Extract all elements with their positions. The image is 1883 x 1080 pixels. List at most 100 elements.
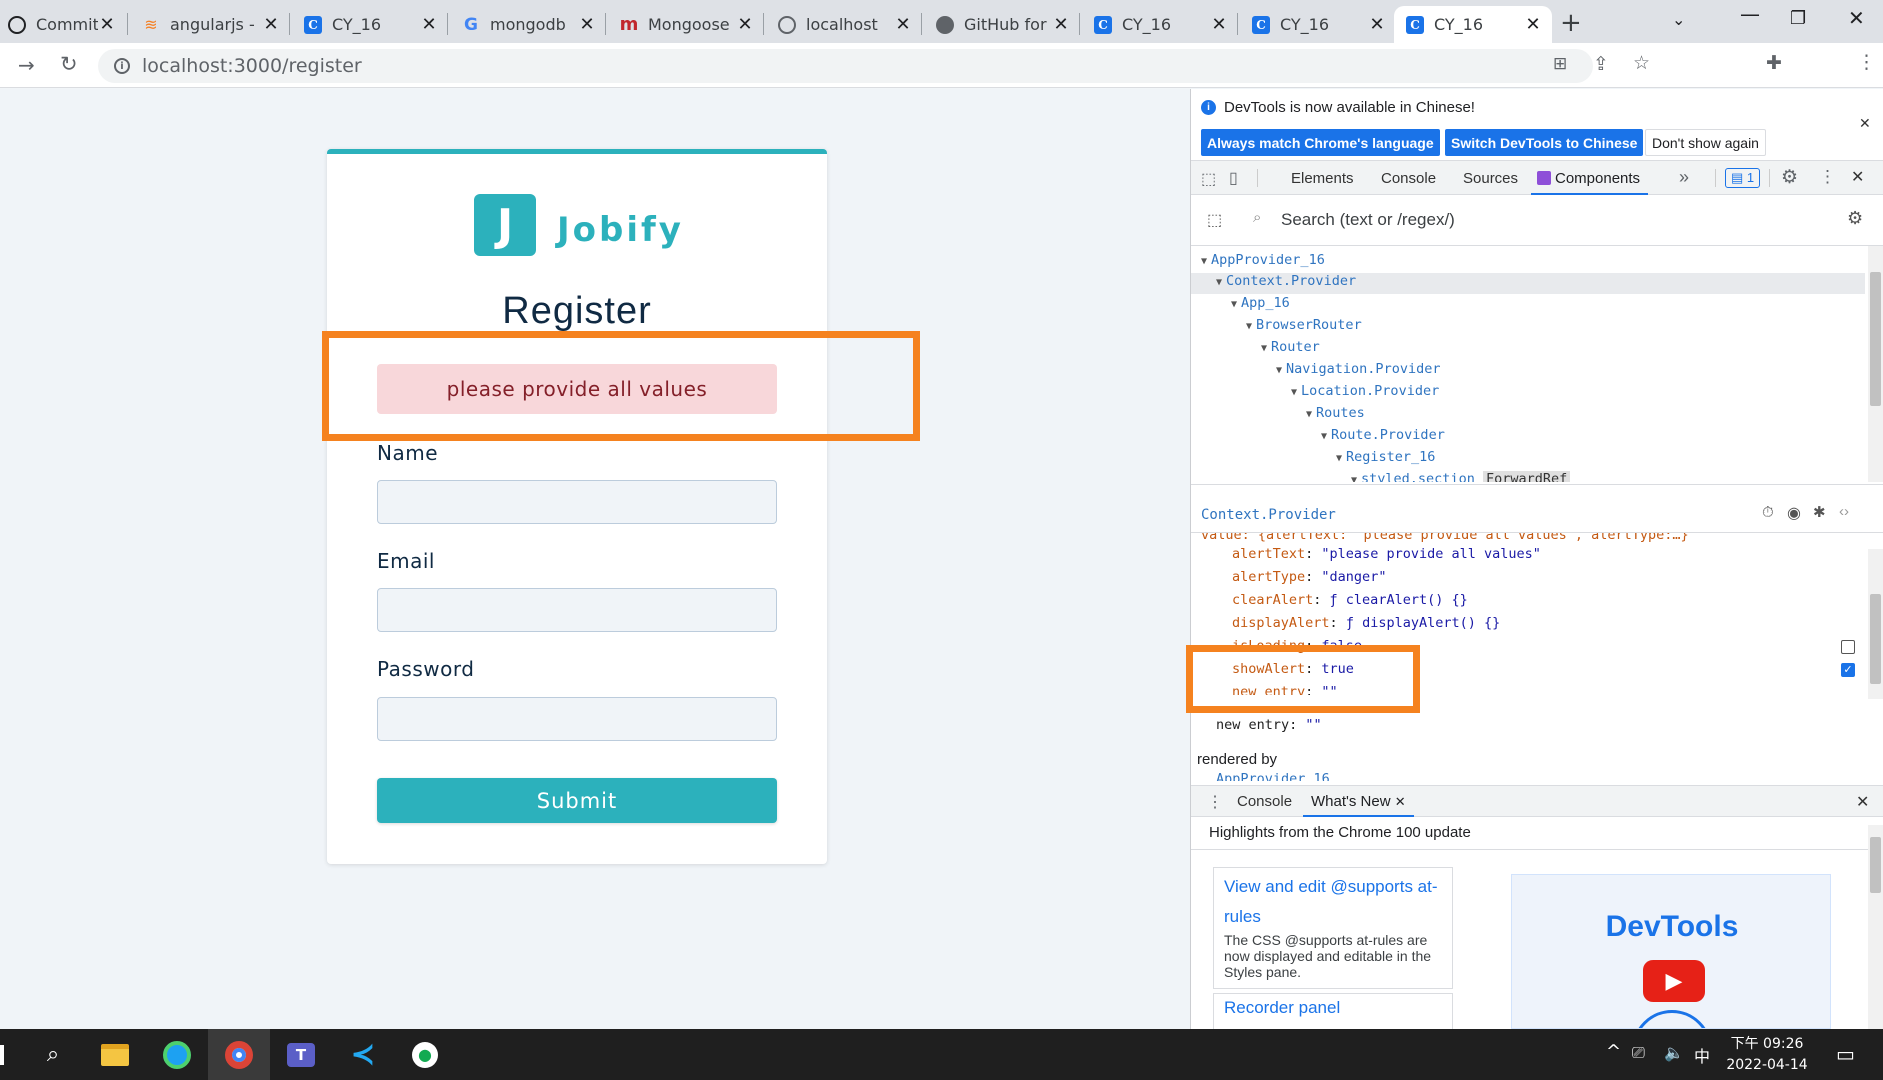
inspect-element-icon[interactable]: ⬚ (1201, 169, 1216, 189)
browser-tab[interactable]: C CY_16 ✕ (292, 6, 448, 43)
tree-node[interactable]: ▼ Route.Provider (1321, 427, 1445, 448)
close-icon[interactable]: ✕ (1368, 14, 1386, 35)
prop-row[interactable]: alertText: "please provide all values" (1232, 546, 1541, 562)
tree-node[interactable]: ▼ Register_16 (1336, 449, 1435, 470)
tab-console[interactable]: Console (1381, 170, 1436, 187)
drawer-tab-whatsnew[interactable]: What's New ✕ (1303, 786, 1414, 817)
reload-icon[interactable]: ↻ (60, 52, 78, 76)
more-tabs-icon[interactable]: » (1679, 167, 1689, 188)
edge-icon[interactable] (146, 1029, 208, 1080)
dont-show-again-button[interactable]: Don't show again (1645, 129, 1766, 156)
drawer-menu-icon[interactable]: ⋮ (1207, 792, 1223, 812)
tree-node[interactable]: ▼ Routes (1306, 405, 1365, 426)
code-icon[interactable]: ‹› (1839, 503, 1849, 520)
ime-indicator[interactable]: 中 (1694, 1043, 1710, 1067)
issues-badge[interactable]: ▤ 1 (1725, 168, 1761, 188)
password-input[interactable] (377, 697, 777, 741)
browser-tab-active[interactable]: C CY_16 ✕ (1394, 6, 1552, 43)
browser-tab[interactable]: C CY_16 ✕ (1240, 6, 1396, 43)
tree-node[interactable]: ▼ App_16 (1231, 295, 1290, 316)
new-entry-row[interactable]: new entry: "" (1216, 717, 1322, 733)
timer-icon[interactable]: ⏱ (1762, 504, 1774, 521)
submit-button[interactable]: Submit (377, 778, 777, 823)
file-explorer-icon[interactable] (84, 1029, 146, 1080)
clock[interactable]: 下午 09:26 2022-04-14 (1724, 1034, 1810, 1076)
always-match-language-button[interactable]: Always match Chrome's language (1201, 129, 1440, 156)
tree-node[interactable]: ▼ Context.Provider (1216, 273, 1356, 294)
tree-scroll-thumb[interactable] (1870, 272, 1881, 406)
close-icon[interactable]: ✕ (98, 14, 116, 35)
card-title[interactable]: View and edit @supports at-rules (1224, 872, 1442, 932)
close-icon[interactable]: ✕ (420, 14, 438, 35)
search-icon[interactable]: ⌕ (22, 1029, 84, 1080)
whatsnew-card[interactable]: View and edit @supports at-rules The CSS… (1213, 867, 1453, 989)
translate-icon[interactable]: ⊞ (1553, 54, 1567, 74)
network-icon[interactable]: ⎚ (1632, 1043, 1645, 1063)
vscode-icon[interactable]: ≺ (332, 1029, 394, 1080)
tree-node[interactable]: ▼ Location.Provider (1291, 383, 1439, 404)
close-icon[interactable]: ✕ (1052, 14, 1070, 35)
email-input[interactable] (377, 588, 777, 632)
volume-icon[interactable]: 🔈 (1664, 1043, 1684, 1062)
prop-row[interactable]: clearAlert: ƒ clearAlert() {} (1232, 592, 1468, 608)
settings-gear-icon[interactable]: ⚙ (1781, 166, 1798, 189)
tree-node[interactable]: ▼ Navigation.Provider (1276, 361, 1440, 382)
tab-elements[interactable]: Elements (1291, 170, 1354, 187)
tree-node[interactable]: ▼ styled.section ForwardRef (1351, 471, 1571, 482)
settings-gear-icon[interactable]: ⚙ (1847, 208, 1863, 229)
minimize-button[interactable]: — (1740, 2, 1760, 26)
close-icon[interactable]: ✕ (1524, 14, 1542, 35)
browser-tab[interactable]: m Mongoose ✕ (608, 6, 764, 43)
eye-icon[interactable]: ◉ (1787, 503, 1801, 523)
close-icon[interactable]: ✕ (262, 14, 280, 35)
name-input[interactable] (377, 480, 777, 524)
tab-components[interactable]: Components (1531, 161, 1649, 195)
tree-node[interactable]: ▼ BrowserRouter (1246, 317, 1362, 338)
card-title[interactable]: Recorder panel (1224, 998, 1442, 1018)
close-icon[interactable]: ✕ (894, 14, 912, 35)
browser-tab[interactable]: localhost ✕ (766, 6, 922, 43)
chrome-icon[interactable] (208, 1029, 270, 1080)
devtools-menu-icon[interactable]: ⋮ (1819, 167, 1836, 187)
close-icon[interactable]: ✕ (1859, 115, 1871, 132)
restore-button[interactable]: ❐ (1790, 8, 1806, 29)
notification-icon[interactable]: ▭ (1836, 1042, 1855, 1066)
site-info-icon[interactable]: i (114, 58, 130, 74)
prop-row[interactable]: alertType: "danger" (1232, 569, 1386, 585)
switch-to-chinese-button[interactable]: Switch DevTools to Chinese (1445, 129, 1644, 156)
teams-icon[interactable]: T (270, 1029, 332, 1080)
forward-icon[interactable]: → (18, 53, 35, 77)
mongodb-compass-icon[interactable]: ● (394, 1029, 456, 1080)
isloading-checkbox[interactable] (1841, 640, 1855, 654)
close-icon[interactable]: ✕ (1210, 14, 1228, 35)
device-toolbar-icon[interactable]: ▯ (1229, 168, 1238, 188)
showalert-checkbox[interactable]: ✓ (1841, 663, 1855, 677)
window-close-button[interactable]: ✕ (1848, 6, 1865, 30)
drawer-tab-console[interactable]: Console (1237, 793, 1292, 810)
close-icon[interactable]: ✕ (578, 14, 596, 35)
close-icon[interactable]: ✕ (736, 14, 754, 35)
rendered-by-item[interactable]: AppProvider_16 (1216, 773, 1330, 781)
menu-kebab-icon[interactable]: ⋮ (1857, 51, 1876, 73)
component-search-input[interactable]: Search (text or /regex/) (1281, 210, 1455, 230)
share-icon[interactable]: ⇪ (1593, 53, 1609, 75)
browser-tab[interactable]: ≋ angularjs - ✕ (130, 6, 290, 43)
browser-tab[interactable]: G mongodb ✕ (450, 6, 606, 43)
browser-tab[interactable]: C CY_16 ✕ (1082, 6, 1238, 43)
browser-tab[interactable]: Commits ✕ (0, 6, 126, 43)
tray-chevron-icon[interactable]: ^ (1606, 1041, 1621, 1062)
drawer-scroll-thumb[interactable] (1870, 837, 1881, 893)
new-tab-button[interactable]: + (1560, 8, 1582, 38)
browser-tab[interactable]: GitHub for ✕ (924, 6, 1080, 43)
tab-sources[interactable]: Sources (1463, 170, 1518, 187)
extensions-puzzle-icon[interactable]: ✚ (1766, 52, 1782, 74)
tree-node[interactable]: ▼ Router (1261, 339, 1320, 360)
tab-search-icon[interactable]: ⌄ (1672, 10, 1685, 29)
select-element-icon[interactable]: ⬚ (1207, 210, 1222, 230)
close-drawer-icon[interactable]: ✕ (1856, 792, 1869, 812)
props-scroll-thumb[interactable] (1870, 594, 1881, 684)
tree-node[interactable]: ▼ AppProvider_16 (1201, 252, 1325, 273)
address-bar[interactable]: i localhost:3000/register (98, 49, 1593, 83)
prop-row[interactable]: displayAlert: ƒ displayAlert() {} (1232, 615, 1500, 631)
close-devtools-icon[interactable]: ✕ (1851, 167, 1864, 187)
